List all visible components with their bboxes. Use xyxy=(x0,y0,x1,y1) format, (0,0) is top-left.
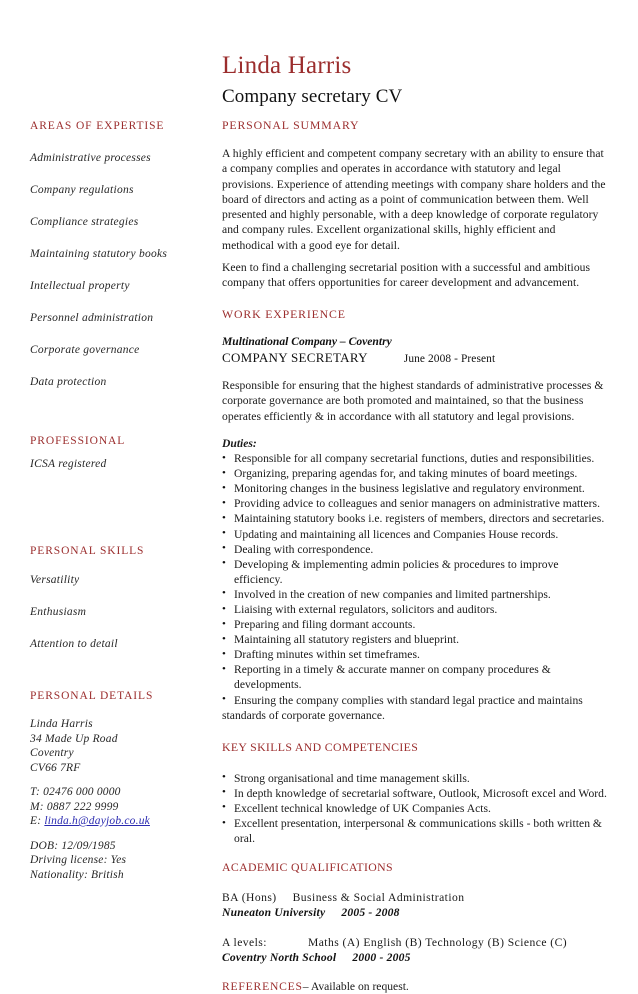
expertise-item: Compliance strategies xyxy=(30,216,139,228)
sidebar-section-personal-details: PERSONAL DETAILS Linda Harris 34 Made Up… xyxy=(30,689,153,882)
duty-item: Providing advice to colleagues and senio… xyxy=(222,496,608,511)
cv-subtitle: Company secretary CV xyxy=(222,86,403,107)
duties-list: Responsible for all company secretarial … xyxy=(222,451,608,723)
expertise-item: Maintaining statutory books xyxy=(30,248,168,260)
key-skill-item: Excellent technical knowledge of UK Comp… xyxy=(222,800,608,816)
expertise-item: Administrative processes xyxy=(30,152,151,164)
academic-school: Nuneaton University xyxy=(222,906,326,920)
academic-entry-line: A levels: Maths (A) English (B) Technolog… xyxy=(222,935,608,950)
sidebar-section-expertise: AREAS OF EXPERTISE Administrative proces… xyxy=(30,119,167,389)
academic-school: Coventry North School xyxy=(222,950,337,964)
academic-years: 2005 - 2008 xyxy=(341,906,400,920)
references-text: – Available on request. xyxy=(302,980,409,994)
email-link[interactable]: linda.h@dayjob.co.uk xyxy=(44,815,150,827)
duty-item: Drafting minutes within set timeframes. xyxy=(222,647,608,662)
sidebar-heading-personal-details: PERSONAL DETAILS xyxy=(30,690,154,702)
job-dates: June 2008 - Present xyxy=(403,353,496,366)
section-heading-academic: ACADEMIC QUALIFICATIONS xyxy=(222,860,393,875)
academic-entry-line: BA (Hons) Business & Social Administratio… xyxy=(222,890,608,905)
duty-item: Updating and maintaining all licences an… xyxy=(222,526,608,542)
mobile-line: M: 0887 222 9999 xyxy=(30,800,119,813)
duty-item: Maintaining all statutory registers and … xyxy=(222,632,608,647)
sidebar-section-professional: PROFESSIONAL ICSA registered xyxy=(30,434,125,471)
candidate-name: Linda Harris xyxy=(222,52,352,79)
key-skill-item: Excellent presentation, interpersonal & … xyxy=(222,816,608,846)
expertise-item: Corporate governance xyxy=(30,344,140,356)
section-heading-personal-summary: PERSONAL SUMMARY xyxy=(222,118,360,132)
duty-item: Dealing with correspondence. xyxy=(222,541,608,557)
email-label: E: xyxy=(30,815,42,827)
job-summary: Responsible for ensuring that the highes… xyxy=(222,379,604,423)
sidebar-section-personal-skills: PERSONAL SKILLS Versatility Enthusiasm A… xyxy=(30,544,144,651)
personal-skill-item: Attention to detail xyxy=(30,638,118,650)
duty-item: Preparing and filing dormant accounts. xyxy=(222,617,608,632)
job-role: COMPANY SECRETARY xyxy=(222,350,368,366)
job-role-row: COMPANY SECRETARY June 2008 - Present xyxy=(222,349,608,367)
expertise-item: Company regulations xyxy=(30,184,134,196)
key-skill-item: In depth knowledge of secretarial softwa… xyxy=(222,785,608,801)
academic-qualification: A levels: xyxy=(222,935,267,949)
section-heading-work-experience: WORK EXPERIENCE xyxy=(222,306,346,321)
duty-item-line2: standards of corporate governance. xyxy=(222,708,385,722)
duty-item: Responsible for all company secretarial … xyxy=(222,451,608,466)
duty-item: Developing & implementing admin policies… xyxy=(222,556,608,587)
academic-school-line: Coventry North School 2000 - 2005 xyxy=(222,950,608,965)
sidebar-heading-personal-skills: PERSONAL SKILLS xyxy=(30,545,145,557)
academic-school-line: Nuneaton University 2005 - 2008 xyxy=(222,905,608,920)
address-line: CV66 7RF xyxy=(30,761,81,774)
sidebar-heading-professional: PROFESSIONAL xyxy=(30,435,126,447)
dob-line: DOB: 12/09/1985 xyxy=(30,839,116,852)
expertise-item: Personnel administration xyxy=(30,312,154,324)
references-label: REFERENCES xyxy=(222,980,303,994)
phone-line: T: 02476 000 0000 xyxy=(30,786,121,798)
duty-item: Liaising with external regulators, solic… xyxy=(222,601,608,617)
duty-item: Maintaining statutory books i.e. registe… xyxy=(222,511,608,526)
employer-name: Multinational Company – Coventry xyxy=(222,334,392,348)
duty-item: Monitoring changes in the business legis… xyxy=(222,481,608,496)
duty-item: Involved in the creation of new companie… xyxy=(222,586,608,602)
duties-label: Duties: xyxy=(222,437,257,451)
academic-years: 2000 - 2005 xyxy=(352,950,411,964)
personal-summary-paragraph: Keen to find a challenging secretarial p… xyxy=(222,261,591,290)
section-heading-key-skills: KEY SKILLS AND COMPETENCIES xyxy=(222,739,419,754)
expertise-item: Data protection xyxy=(30,376,107,388)
duty-item: Ensuring the company complies with stand… xyxy=(222,692,608,723)
cv-page: AREAS OF EXPERTISE Administrative proces… xyxy=(0,0,638,993)
personal-skill-item: Enthusiasm xyxy=(30,606,87,618)
expertise-item: Intellectual property xyxy=(30,280,130,292)
academic-subject: Maths (A) English (B) Technology (B) Sci… xyxy=(307,935,568,949)
references-line: REFERENCES– Available on request. xyxy=(222,979,608,994)
duty-item: Organizing, preparing agendas for, and t… xyxy=(222,466,608,481)
address-line: Linda Harris xyxy=(30,718,93,730)
address-line: Coventry xyxy=(30,747,74,759)
driving-license-line: Driving license: Yes xyxy=(30,854,127,866)
duty-item: Reporting in a timely & accurate manner … xyxy=(222,662,608,692)
academic-qualification: BA (Hons) xyxy=(222,891,277,905)
sidebar-heading-expertise: AREAS OF EXPERTISE xyxy=(30,120,165,132)
academic-subject: Business & Social Administration xyxy=(292,891,465,905)
key-skills-list: Strong organisational and time managemen… xyxy=(222,770,608,846)
personal-summary-paragraph: A highly efficient and competent company… xyxy=(222,147,606,252)
nationality-line: Nationality: British xyxy=(30,868,124,881)
personal-skill-item: Versatility xyxy=(30,574,80,586)
key-skill-item: Strong organisational and time managemen… xyxy=(222,770,608,786)
duty-item-line1: Ensuring the company complies with stand… xyxy=(234,693,583,707)
address-line: 34 Made Up Road xyxy=(30,732,118,745)
professional-item: ICSA registered xyxy=(30,458,107,470)
email-line: E: linda.h@dayjob.co.uk xyxy=(30,814,153,829)
main-column: Linda Harris Company secretary CV PERSON… xyxy=(222,0,608,994)
